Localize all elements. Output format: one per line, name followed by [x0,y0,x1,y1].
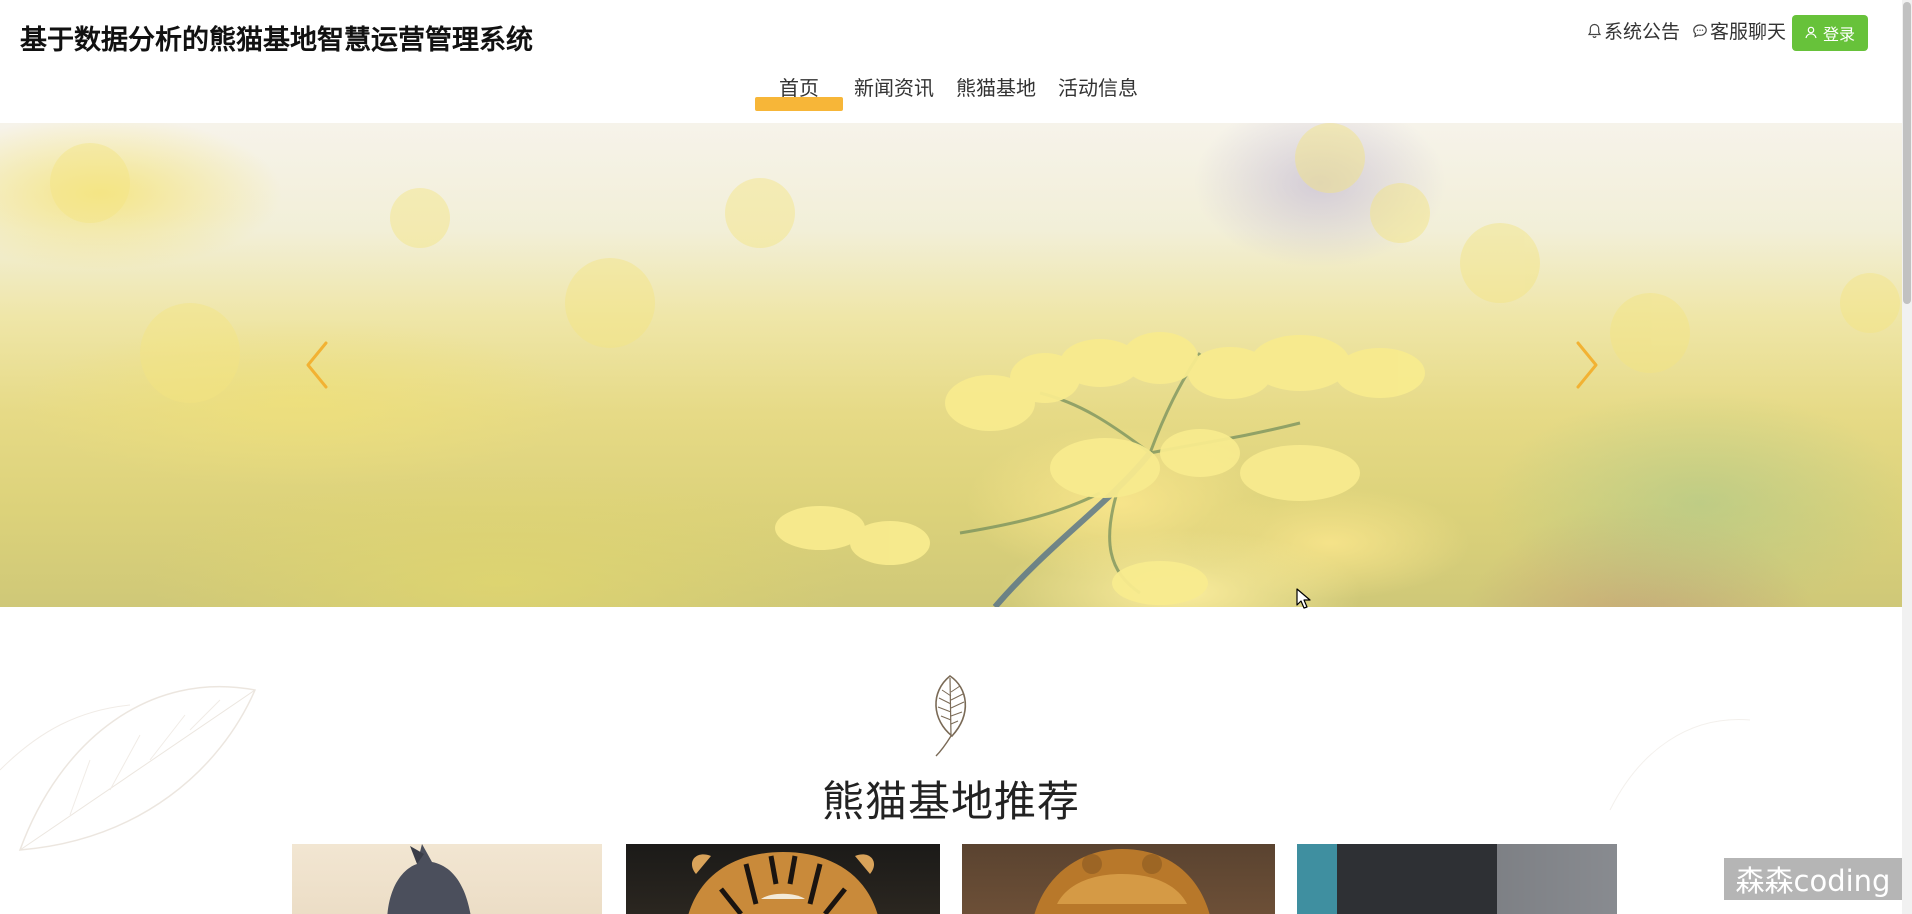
banner-flower-image [50,123,1900,607]
customer-chat-label: 客服聊天 [1709,21,1786,43]
page: 基于数据分析的熊猫基地智慧运营管理系统 系统公告 客服聊天 登录 首页 新闻资讯… [0,0,1912,914]
main-nav: 首页 新闻资讯 熊猫基地 活动信息 [755,68,1149,111]
scrollbar-thumb[interactable] [1903,2,1911,304]
nav-item-panda-base[interactable]: 熊猫基地 [945,68,1047,105]
carousel-prev-button[interactable] [298,335,338,395]
login-label: 登录 [1822,25,1855,44]
card-image [1034,849,1210,914]
customer-chat-link[interactable]: 客服聊天 [1692,17,1786,44]
chevron-right-icon [1576,341,1598,389]
mouse-cursor-icon [1296,588,1311,609]
user-icon [1805,24,1817,43]
nav-item-home[interactable]: 首页 [755,68,843,111]
decorative-leaf-icon [0,685,257,851]
site-title: 基于数据分析的熊猫基地智慧运营管理系统 [20,25,533,56]
announcements-link[interactable]: 系统公告 [1587,17,1680,44]
recommendation-card-1[interactable] [292,844,602,914]
card-image [688,852,878,914]
recommendation-card-3[interactable] [962,844,1275,914]
watermark: 森森coding [1724,858,1902,900]
header-actions: 系统公告 客服聊天 [1587,17,1786,44]
nav-item-label: 熊猫基地 [956,76,1036,100]
banner-carousel[interactable] [0,123,1902,607]
chat-bubble-icon [1692,23,1708,39]
nav-item-label: 活动信息 [1058,76,1138,100]
nav-item-label: 首页 [779,76,819,100]
carousel-next-button[interactable] [1566,335,1606,395]
recommendation-card-2[interactable] [626,844,940,914]
nav-item-activities[interactable]: 活动信息 [1047,68,1149,105]
card-image [387,844,471,914]
announcements-label: 系统公告 [1603,21,1680,43]
vertical-scrollbar[interactable] [1902,0,1912,914]
login-button[interactable]: 登录 [1792,15,1868,51]
leaf-icon [935,675,967,757]
section-title: 熊猫基地推荐 [821,777,1080,826]
nav-item-news[interactable]: 新闻资讯 [843,68,945,105]
bell-icon [1587,23,1602,39]
card-image [1297,844,1617,914]
nav-item-label: 新闻资讯 [854,76,934,100]
recommendation-card-4[interactable] [1297,844,1617,914]
chevron-left-icon [306,341,328,389]
